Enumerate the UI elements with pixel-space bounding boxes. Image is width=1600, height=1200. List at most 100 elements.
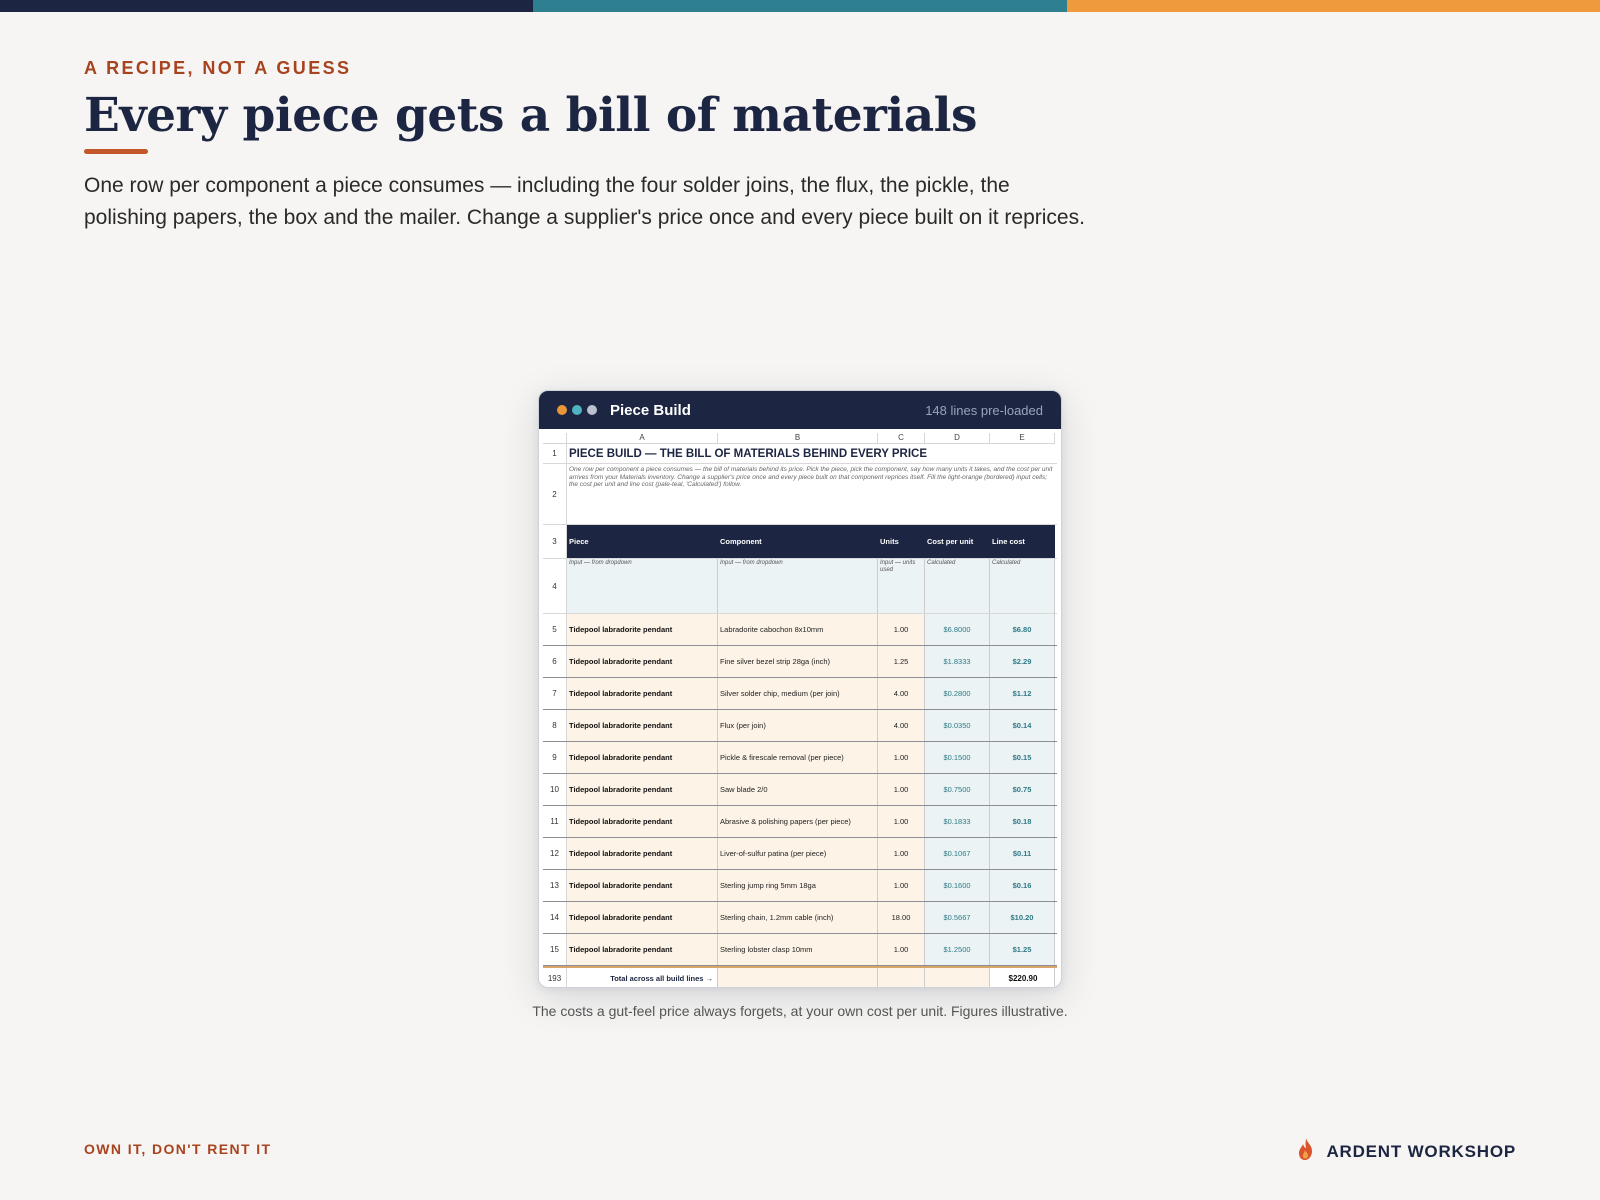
- cell-line-cost[interactable]: $0.15: [990, 742, 1055, 773]
- cell-line-cost[interactable]: $0.14: [990, 710, 1055, 741]
- cell-piece[interactable]: Tidepool labradorite pendant: [567, 742, 718, 773]
- cell-units[interactable]: 1.00: [878, 774, 925, 805]
- cell-line-cost[interactable]: $10.20: [990, 902, 1055, 933]
- accent-segment-orange: [1066, 0, 1600, 12]
- cell-component[interactable]: Labradorite cabochon 8x10mm: [718, 614, 878, 645]
- total-value[interactable]: $220.90: [990, 968, 1055, 987]
- cell-line-cost[interactable]: $2.29: [990, 646, 1055, 677]
- cell-component[interactable]: Liver-of-sulfur patina (per piece): [718, 838, 878, 869]
- row-number[interactable]: 6: [543, 646, 567, 677]
- note-cost-per-unit[interactable]: Calculated: [925, 559, 990, 613]
- cell-component[interactable]: Silver solder chip, medium (per join): [718, 678, 878, 709]
- cell-cost-per-unit[interactable]: $0.1500: [925, 742, 990, 773]
- cell-piece[interactable]: Tidepool labradorite pendant: [567, 614, 718, 645]
- row-number[interactable]: 14: [543, 902, 567, 933]
- window-dot-teal: [572, 405, 582, 415]
- cell-units[interactable]: 1.00: [878, 614, 925, 645]
- cell-piece[interactable]: Tidepool labradorite pendant: [567, 710, 718, 741]
- row-number[interactable]: 10: [543, 774, 567, 805]
- column-header[interactable]: B: [718, 433, 878, 444]
- window-dot-grey: [587, 405, 597, 415]
- total-label[interactable]: Total across all build lines →: [567, 968, 718, 987]
- cell-cost-per-unit[interactable]: $0.1833: [925, 806, 990, 837]
- column-header[interactable]: A: [567, 433, 718, 444]
- cell-piece[interactable]: Tidepool labradorite pendant: [567, 902, 718, 933]
- cell-units[interactable]: 1.00: [878, 838, 925, 869]
- cell-piece[interactable]: Tidepool labradorite pendant: [567, 934, 718, 965]
- row-number[interactable]: 5: [543, 614, 567, 645]
- header-units[interactable]: Units: [878, 525, 925, 558]
- cell-units[interactable]: 4.00: [878, 710, 925, 741]
- row-number[interactable]: 2: [543, 464, 567, 524]
- total-empty-cell[interactable]: [878, 968, 925, 987]
- cell-line-cost[interactable]: $1.25: [990, 934, 1055, 965]
- total-empty-cell[interactable]: [925, 968, 990, 987]
- row-number[interactable]: 8: [543, 710, 567, 741]
- cell-units[interactable]: 1.00: [878, 870, 925, 901]
- header-component[interactable]: Component: [718, 525, 878, 558]
- row-number[interactable]: 7: [543, 678, 567, 709]
- cell-units[interactable]: 1.00: [878, 934, 925, 965]
- cell-cost-per-unit[interactable]: $0.7500: [925, 774, 990, 805]
- cell-cost-per-unit[interactable]: $0.0350: [925, 710, 990, 741]
- cell-piece[interactable]: Tidepool labradorite pendant: [567, 806, 718, 837]
- cell-line-cost[interactable]: $0.75: [990, 774, 1055, 805]
- row-number[interactable]: 9: [543, 742, 567, 773]
- cell-component[interactable]: Fine silver bezel strip 28ga (inch): [718, 646, 878, 677]
- cell-cost-per-unit[interactable]: $1.2500: [925, 934, 990, 965]
- note-line-cost[interactable]: Calculated: [990, 559, 1055, 613]
- row-number[interactable]: 15: [543, 934, 567, 965]
- cell-component[interactable]: Sterling lobster clasp 10mm: [718, 934, 878, 965]
- cell-component[interactable]: Flux (per join): [718, 710, 878, 741]
- cell-component[interactable]: Pickle & firescale removal (per piece): [718, 742, 878, 773]
- cell-component[interactable]: Saw blade 2/0: [718, 774, 878, 805]
- cell-line-cost[interactable]: $1.12: [990, 678, 1055, 709]
- note-piece[interactable]: Input — from dropdown: [567, 559, 718, 613]
- spreadsheet-window: Piece Build 148 lines pre-loaded A B C D…: [538, 390, 1062, 988]
- row-number[interactable]: 13: [543, 870, 567, 901]
- column-header[interactable]: C: [878, 433, 925, 444]
- note-component[interactable]: Input — from dropdown: [718, 559, 878, 613]
- note-units[interactable]: Input — units used: [878, 559, 925, 613]
- header-cost-per-unit[interactable]: Cost per unit: [925, 525, 990, 558]
- cell-cost-per-unit[interactable]: $0.1067: [925, 838, 990, 869]
- row-number[interactable]: 3: [543, 525, 567, 558]
- cell-line-cost[interactable]: $0.11: [990, 838, 1055, 869]
- cell-units[interactable]: 18.00: [878, 902, 925, 933]
- cell-units[interactable]: 4.00: [878, 678, 925, 709]
- cell-piece[interactable]: Tidepool labradorite pendant: [567, 678, 718, 709]
- cell-component[interactable]: Sterling chain, 1.2mm cable (inch): [718, 902, 878, 933]
- row-number[interactable]: 4: [543, 559, 567, 613]
- top-accent-bar: [0, 0, 1600, 12]
- row-number[interactable]: 12: [543, 838, 567, 869]
- sheet-intro-text[interactable]: One row per component a piece consumes —…: [567, 464, 1057, 524]
- total-empty-cell[interactable]: [718, 968, 878, 987]
- row-number[interactable]: 1: [543, 444, 567, 463]
- cell-line-cost[interactable]: $0.18: [990, 806, 1055, 837]
- cell-cost-per-unit[interactable]: $0.2800: [925, 678, 990, 709]
- header-piece[interactable]: Piece: [567, 525, 718, 558]
- cell-component[interactable]: Abrasive & polishing papers (per piece): [718, 806, 878, 837]
- cell-piece[interactable]: Tidepool labradorite pendant: [567, 838, 718, 869]
- cell-piece[interactable]: Tidepool labradorite pendant: [567, 870, 718, 901]
- cell-units[interactable]: 1.25: [878, 646, 925, 677]
- cell-units[interactable]: 1.00: [878, 806, 925, 837]
- window-titlebar: Piece Build 148 lines pre-loaded: [539, 391, 1061, 429]
- cell-cost-per-unit[interactable]: $0.1600: [925, 870, 990, 901]
- cell-line-cost[interactable]: $0.16: [990, 870, 1055, 901]
- column-header-corner: [543, 433, 567, 444]
- row-number[interactable]: 193: [543, 968, 567, 987]
- cell-piece[interactable]: Tidepool labradorite pendant: [567, 774, 718, 805]
- column-header[interactable]: D: [925, 433, 990, 444]
- header-line-cost[interactable]: Line cost: [990, 525, 1055, 558]
- sheet-title[interactable]: PIECE BUILD — THE BILL OF MATERIALS BEHI…: [567, 444, 1057, 463]
- cell-line-cost[interactable]: $6.80: [990, 614, 1055, 645]
- cell-cost-per-unit[interactable]: $1.8333: [925, 646, 990, 677]
- column-header[interactable]: E: [990, 433, 1055, 444]
- cell-component[interactable]: Sterling jump ring 5mm 18ga: [718, 870, 878, 901]
- cell-units[interactable]: 1.00: [878, 742, 925, 773]
- cell-cost-per-unit[interactable]: $6.8000: [925, 614, 990, 645]
- cell-cost-per-unit[interactable]: $0.5667: [925, 902, 990, 933]
- row-number[interactable]: 11: [543, 806, 567, 837]
- cell-piece[interactable]: Tidepool labradorite pendant: [567, 646, 718, 677]
